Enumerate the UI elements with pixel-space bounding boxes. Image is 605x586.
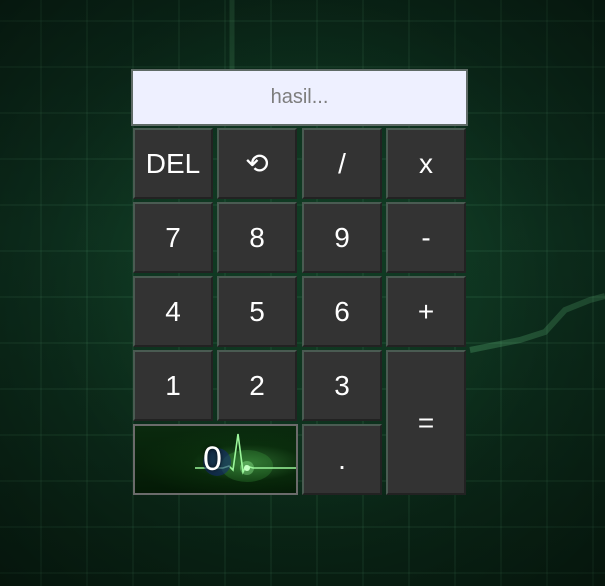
decimal-button[interactable]: . (302, 424, 382, 495)
digit-2-button[interactable]: 2 (217, 350, 297, 421)
digit-0-button[interactable]: 0 (133, 424, 298, 495)
digit-6-button[interactable]: 6 (302, 276, 382, 347)
digit-1-button[interactable]: 1 (133, 350, 213, 421)
calculator: DEL ⟲ / x 7 8 9 - 4 5 6 + 1 2 3 = 0 . (131, 69, 468, 498)
multiply-button[interactable]: x (386, 128, 466, 199)
digit-5-button[interactable]: 5 (217, 276, 297, 347)
digit-0-label: 0 (203, 440, 222, 478)
reset-button[interactable]: ⟲ (217, 128, 297, 199)
digit-7-button[interactable]: 7 (133, 202, 213, 273)
digit-3-button[interactable]: 3 (302, 350, 382, 421)
digit-9-button[interactable]: 9 (302, 202, 382, 273)
digit-8-button[interactable]: 8 (217, 202, 297, 273)
delete-button[interactable]: DEL (133, 128, 213, 199)
reset-icon: ⟲ (245, 148, 269, 179)
digit-4-button[interactable]: 4 (133, 276, 213, 347)
keypad: DEL ⟲ / x 7 8 9 - 4 5 6 + 1 2 3 = 0 . (131, 128, 468, 498)
minus-button[interactable]: - (386, 202, 466, 273)
equals-button[interactable]: = (386, 350, 466, 495)
divide-button[interactable]: / (302, 128, 382, 199)
plus-button[interactable]: + (386, 276, 466, 347)
result-display[interactable] (131, 69, 468, 126)
